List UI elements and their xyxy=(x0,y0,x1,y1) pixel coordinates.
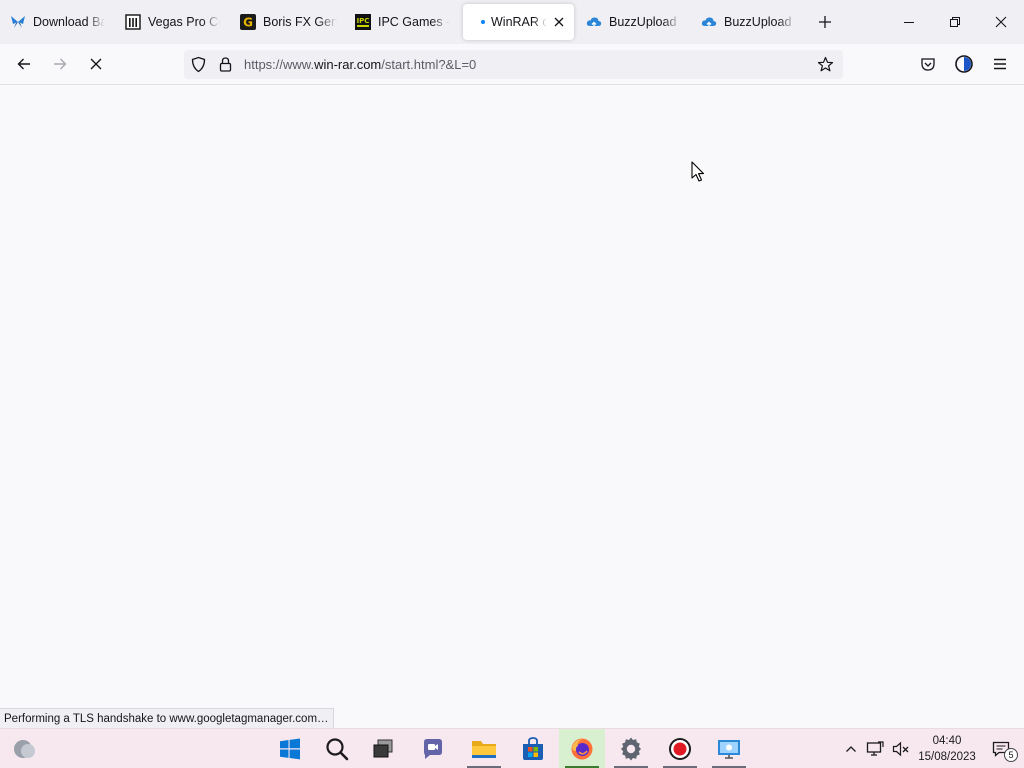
tracking-protection-shield-icon[interactable] xyxy=(190,56,207,73)
new-tab-button[interactable] xyxy=(812,9,838,35)
tab-winrar[interactable]: WinRAR d xyxy=(463,4,574,40)
clock-date: 15/08/2023 xyxy=(918,751,976,763)
microsoft-store-button[interactable] xyxy=(510,729,556,768)
g-logo-icon: G xyxy=(240,14,256,30)
speaker-muted-icon xyxy=(892,741,909,757)
page-content xyxy=(0,85,1024,728)
restore-button[interactable] xyxy=(932,0,978,44)
mouse-pointer-icon xyxy=(691,161,705,182)
tab-strip: Download Ba Vegas Pro Co G Boris FX Gena… xyxy=(0,0,1024,44)
tab-title: Vegas Pro Co xyxy=(148,15,220,29)
status-text: Performing a TLS handshake to www.google… xyxy=(4,713,329,725)
svg-text:IPC: IPC xyxy=(357,17,370,25)
close-window-button[interactable] xyxy=(978,0,1024,44)
tab-title: Boris FX Gena xyxy=(263,15,337,29)
close-icon xyxy=(995,16,1007,28)
tab-ipc-games[interactable]: IPC IPC Games - I xyxy=(351,4,451,40)
firefox-icon xyxy=(571,738,593,760)
taskbar-clock[interactable]: 04:40 15/08/2023 xyxy=(914,733,980,765)
teams-chat-button[interactable] xyxy=(410,729,456,768)
minimize-button[interactable] xyxy=(886,0,932,44)
tab-download[interactable]: Download Ba xyxy=(6,4,106,40)
app-menu-button[interactable] xyxy=(985,49,1015,79)
file-explorer-icon xyxy=(472,741,496,758)
remote-desktop-button[interactable] xyxy=(706,729,752,768)
screen-recorder-button[interactable] xyxy=(657,729,703,768)
tab-title: BuzzUpload - xyxy=(609,15,681,29)
microsoft-store-icon xyxy=(523,737,543,760)
start-button[interactable] xyxy=(267,729,313,768)
pocket-icon xyxy=(921,58,935,71)
bookmark-star-icon[interactable] xyxy=(817,56,834,73)
arrow-left-icon xyxy=(17,58,30,70)
tab-boris-fx[interactable]: G Boris FX Gena xyxy=(236,4,338,40)
tab-title: IPC Games - I xyxy=(378,15,450,29)
arrow-right-icon xyxy=(54,58,67,70)
restore-icon xyxy=(950,17,960,27)
tab-title: Download Ba xyxy=(33,15,105,29)
cloud-icon xyxy=(701,17,717,28)
cloud-icon xyxy=(586,17,602,28)
recorder-icon xyxy=(669,738,691,760)
notification-count-badge: 5 xyxy=(1004,748,1018,762)
tab-title: BuzzUpload - xyxy=(724,15,796,29)
file-explorer-button[interactable] xyxy=(461,729,507,768)
pocket-button[interactable] xyxy=(913,49,943,79)
volume-tray-button[interactable] xyxy=(891,739,911,759)
status-bar: Performing a TLS handshake to www.google… xyxy=(0,708,334,729)
plus-icon xyxy=(819,16,831,28)
hamburger-menu-icon xyxy=(994,58,1006,70)
clock-time: 04:40 xyxy=(932,735,962,747)
stop-loading-button[interactable] xyxy=(81,49,111,79)
half-circle-extension-icon xyxy=(955,55,973,73)
url-prefix: https://www. xyxy=(244,57,315,72)
remote-desktop-icon xyxy=(718,740,740,759)
task-view-icon xyxy=(373,739,393,758)
tab-buzzupload-2[interactable]: BuzzUpload - xyxy=(699,4,799,40)
settings-icon xyxy=(621,737,641,761)
url-domain: win-rar.com xyxy=(314,57,382,72)
taskbar: 04:40 15/08/2023 5 xyxy=(0,728,1024,768)
search-icon xyxy=(326,738,349,761)
weather-widget[interactable] xyxy=(2,729,48,768)
ipc-logo-icon: IPC xyxy=(355,14,371,30)
chevron-up-icon xyxy=(846,746,856,752)
butterfly-icon xyxy=(11,16,25,28)
monitor-icon xyxy=(866,741,884,756)
address-bar[interactable]: https://www.win-rar.com/start.html?&L=0 xyxy=(184,50,843,79)
task-view-button[interactable] xyxy=(360,729,406,768)
lock-icon[interactable] xyxy=(217,56,234,73)
tab-close-button[interactable] xyxy=(550,13,568,31)
stop-icon xyxy=(90,58,102,70)
building-icon xyxy=(125,14,141,30)
windows-start-icon xyxy=(280,738,300,760)
taskbar-search-button[interactable] xyxy=(314,729,360,768)
tab-vegas-pro[interactable]: Vegas Pro Co xyxy=(121,4,221,40)
tab-buzzupload-1[interactable]: BuzzUpload - xyxy=(584,4,684,40)
extension-button[interactable] xyxy=(949,49,979,79)
url-text[interactable]: https://www.win-rar.com/start.html?&L=0 xyxy=(244,57,476,72)
show-hidden-icons-button[interactable] xyxy=(841,739,861,759)
url-path: /start.html?&L=0 xyxy=(381,57,477,72)
minimize-icon xyxy=(904,22,914,23)
tab-title: WinRAR d xyxy=(491,15,547,29)
weather-cloud-icon xyxy=(14,740,35,758)
close-icon xyxy=(554,17,564,27)
navigation-toolbar: https://www.win-rar.com/start.html?&L=0 xyxy=(0,44,1024,85)
settings-button[interactable] xyxy=(608,729,654,768)
back-button[interactable] xyxy=(9,49,39,79)
tab-loading-indicator xyxy=(481,20,485,24)
svg-text:G: G xyxy=(243,16,253,30)
forward-button[interactable] xyxy=(45,49,75,79)
firefox-button[interactable] xyxy=(559,729,605,768)
display-tray-button[interactable] xyxy=(865,739,885,759)
teams-chat-icon xyxy=(424,739,442,759)
